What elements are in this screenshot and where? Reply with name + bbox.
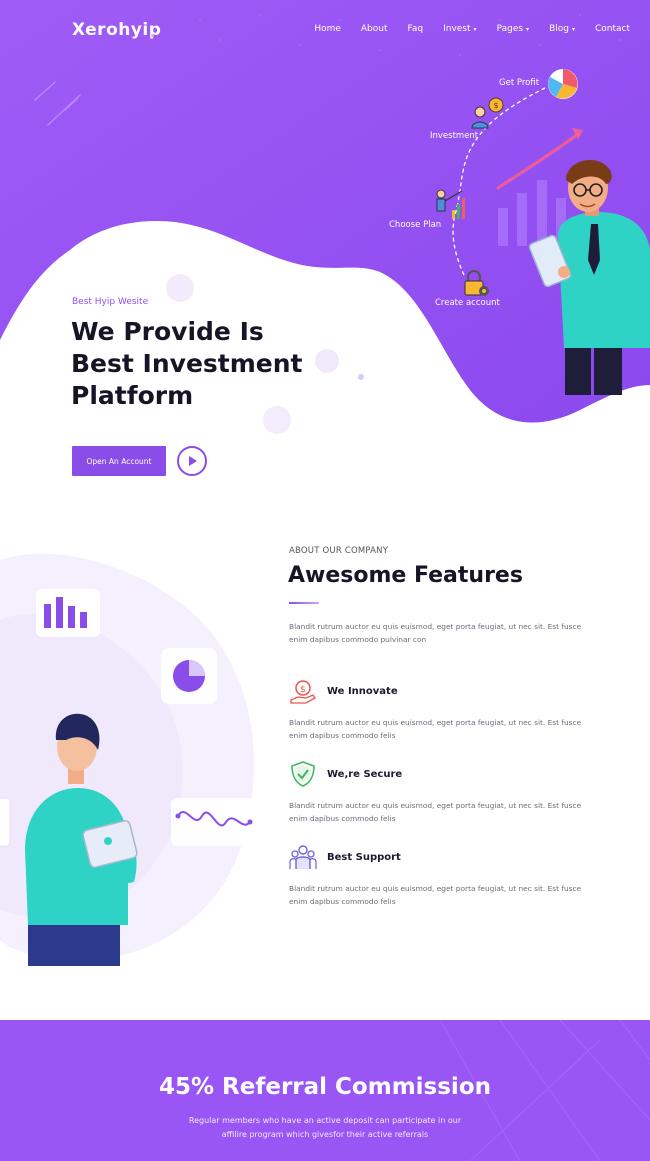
hero-tagline: Best Hyip Wesite <box>72 297 149 307</box>
feature-text-support: Blandit rutrum auctor eu quis euismod, e… <box>289 884 582 906</box>
features-title: Awesome Features <box>288 563 523 588</box>
team-support-icon <box>289 845 317 869</box>
businessman-illustration <box>528 159 650 395</box>
features-intro: Blandit rutrum auctor eu quis euismod, e… <box>289 622 582 644</box>
feature-text-secure: Blandit rutrum auctor eu quis euismod, e… <box>289 801 582 823</box>
referral-description-line1: Regular members who have an active depos… <box>188 1116 462 1125</box>
feature-text-innovate: Blandit rutrum auctor eu quis euismod, e… <box>289 718 582 740</box>
nav-label: Blog <box>549 24 569 34</box>
main-menu: Home About Faq Invest ▾ Pages ▾ Blog ▾ Cont… <box>294 24 630 34</box>
title-underline <box>289 602 319 604</box>
logo-dot <box>151 34 154 37</box>
hero-section: Xerohyip Home About Faq Invest ▾ Pages ▾ B… <box>0 0 650 440</box>
nav-label: Home <box>314 24 341 34</box>
chevron-down-icon: ▾ <box>526 25 530 33</box>
money-hand-icon: $ <box>290 680 316 704</box>
hero-title: We Provide Is Best Investment Platform <box>71 317 303 410</box>
play-icon <box>189 456 197 466</box>
chevron-down-icon: ▾ <box>473 25 477 33</box>
features-illustration <box>0 553 263 966</box>
referral-title: 45% Referral Commission <box>158 1074 491 1100</box>
top-navigation: Xerohyip Home About Faq Invest ▾ Pages ▾ B… <box>0 0 650 60</box>
nav-item-home[interactable]: Home <box>314 24 341 34</box>
step-create-account: Create account <box>435 298 500 308</box>
step-choose-plan: Choose Plan <box>389 220 442 230</box>
brand-logo[interactable]: Xerohyip <box>72 20 161 40</box>
chevron-down-icon: ▾ <box>571 25 575 33</box>
step-investment: Investment <box>430 131 479 141</box>
feature-title-support: Best Support <box>327 852 401 863</box>
nav-item-about[interactable]: About <box>361 24 388 34</box>
nav-label: Invest <box>443 24 471 34</box>
nav-item-invest[interactable]: Invest ▾ <box>443 24 476 34</box>
feature-title-innovate: We Innovate <box>327 686 398 697</box>
nav-label: Pages <box>496 24 524 34</box>
open-account-button[interactable]: Open An Account <box>72 446 166 476</box>
svg-text:$: $ <box>300 685 306 695</box>
lock-gear-icon <box>464 270 489 296</box>
referral-description: Regular members who have an active depos… <box>0 1114 650 1142</box>
pie-chart-icon <box>548 69 578 99</box>
choose-plan-icon <box>436 189 465 219</box>
nav-item-faq[interactable]: Faq <box>408 24 424 34</box>
investment-icon: $ <box>471 97 504 129</box>
feature-title-secure: We,re Secure <box>327 769 403 780</box>
features-eyebrow: ABOUT OUR COMPANY <box>289 546 389 556</box>
shield-check-icon <box>291 761 315 787</box>
step-get-profit: Get Profit <box>499 78 540 88</box>
nav-label: About <box>360 24 388 34</box>
play-video-button[interactable] <box>177 446 207 476</box>
nav-item-contact[interactable]: Contact <box>595 24 630 34</box>
referral-section: 45% Referral Commission Regular members … <box>0 1020 650 1161</box>
referral-description-line2: affilire program which givesfor their ac… <box>221 1130 429 1139</box>
svg-text:$: $ <box>494 101 499 110</box>
nav-item-pages[interactable]: Pages ▾ <box>497 24 530 34</box>
nav-item-blog[interactable]: Blog ▾ <box>549 24 575 34</box>
nav-label: Faq <box>407 24 424 34</box>
nav-label: Contact <box>594 24 630 34</box>
